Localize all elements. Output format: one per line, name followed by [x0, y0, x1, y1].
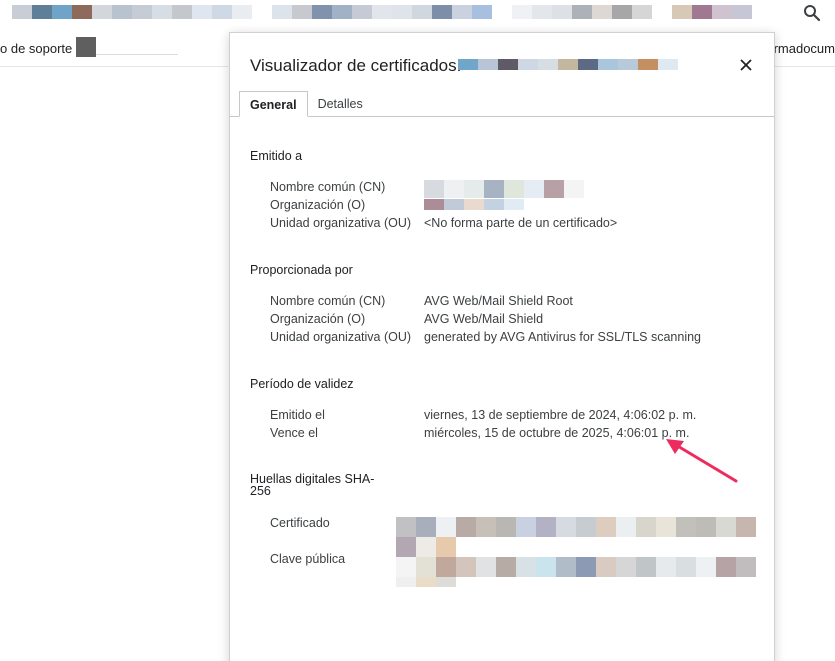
validity-issued-value: viernes, 13 de septiembre de 2024, 4:06:…: [424, 408, 697, 422]
divider: [0, 66, 228, 67]
redacted-cn-value: [424, 180, 584, 198]
redacted-o-value: [424, 199, 524, 210]
issued-by-o-value: AVG Web/Mail Shield: [424, 312, 544, 326]
bookmark-favicon: [76, 37, 96, 57]
bookmark-firmadocum[interactable]: firmadocum: [767, 41, 835, 56]
section-validity: Período de validez: [250, 377, 354, 391]
issued-to-ou-label: Unidad organizativa (OU): [270, 216, 412, 230]
search-icon[interactable]: [803, 4, 821, 22]
validity-issued-label: Emitido el: [270, 408, 325, 422]
bookmark-underline: [96, 54, 178, 55]
section-issued-to: Emitido a: [250, 149, 303, 163]
section-fingerprints: Huellas digitales SHA-256: [250, 472, 375, 498]
issued-by-ou-value: generated by AVG Antivirus for SSL/TLS s…: [424, 330, 702, 344]
redacted-pubkey-fingerprint: [396, 557, 756, 587]
issued-to-o-label: Organización (O): [270, 198, 366, 212]
redacted-cert-fingerprint: [396, 517, 756, 557]
issued-by-o-label: Organización (O): [270, 312, 366, 326]
redacted-url: [12, 5, 752, 19]
close-icon[interactable]: [736, 55, 756, 75]
validity-expires-value: miércoles, 15 de octubre de 2025, 4:06:0…: [424, 426, 690, 440]
tab-bar: General Detalles: [239, 91, 373, 117]
issued-to-cn-label: Nombre común (CN): [270, 180, 386, 194]
tab-divider: [230, 116, 774, 117]
issued-by-cn-value: AVG Web/Mail Shield Root: [424, 294, 573, 308]
browser-address-bar[interactable]: [0, 0, 835, 26]
dialog-title: Visualizador de certificados:: [250, 56, 462, 75]
issued-by-cn-label: Nombre común (CN): [270, 294, 386, 308]
tab-detalles[interactable]: Detalles: [308, 91, 373, 117]
redacted-domain: [458, 59, 678, 70]
validity-expires-label: Vence el: [270, 426, 318, 440]
bookmark-support[interactable]: o de soporte: [0, 41, 72, 56]
section-issued-by: Proporcionada por: [250, 263, 353, 277]
arrow-annotation-icon: [666, 439, 738, 483]
divider: [775, 66, 835, 67]
fingerprint-cert-label: Certificado: [270, 516, 330, 530]
fingerprint-pubkey-label: Clave pública: [270, 552, 346, 566]
tab-general[interactable]: General: [239, 91, 308, 117]
certificate-viewer-dialog: Visualizador de certificados: General De…: [229, 32, 775, 661]
issued-to-ou-value: <No forma parte de un certificado>: [424, 216, 618, 230]
issued-by-ou-label: Unidad organizativa (OU): [270, 330, 412, 344]
